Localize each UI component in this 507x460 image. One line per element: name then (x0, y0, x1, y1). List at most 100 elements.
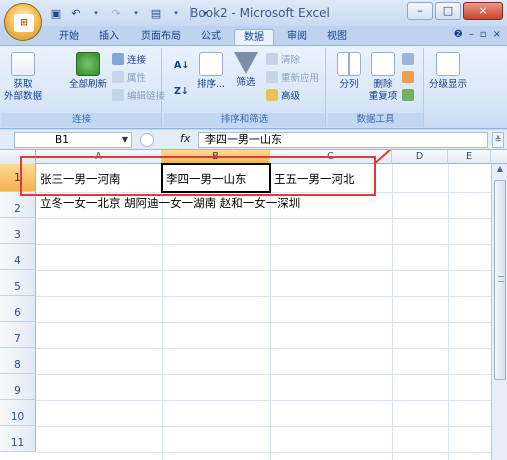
worksheet-grid[interactable]: A B C D E 1 2 3 4 5 6 7 8 9 10 11 张三一男一河… (0, 150, 507, 460)
group-outline: 分级显示 (426, 48, 470, 127)
row-header-9[interactable]: 9 (0, 374, 36, 400)
undo-icon[interactable]: ↶ (68, 5, 84, 21)
print-preview-icon[interactable]: ▤ (148, 5, 164, 21)
get-external-data-button[interactable]: 获取 外部数据 (4, 50, 42, 103)
row-header-6[interactable]: 6 (0, 296, 36, 322)
consolidate-icon (402, 71, 414, 83)
grid-line (36, 244, 491, 245)
column-header-e[interactable]: E (448, 150, 491, 164)
excel-window: ⊞ ▣ ↶ ▾ ↷ ▾ ▤ ▾ ▾ Book2 - Microsoft Exce… (0, 0, 507, 460)
name-box-value: B1 (55, 134, 69, 146)
formula-input[interactable]: 李四一男一山东 (198, 132, 488, 148)
office-logo-icon: ⊞ (14, 14, 34, 32)
cancel-entry-icon[interactable] (140, 133, 154, 147)
tab-insert[interactable]: 插入 (92, 29, 126, 46)
properties-button[interactable]: 属性 (112, 70, 146, 84)
row-header-7[interactable]: 7 (0, 322, 36, 348)
close-button[interactable]: × (463, 2, 503, 20)
chevron-down-icon[interactable]: ▼ (122, 133, 128, 147)
ribbon-tabs: 开始 插入 页面布局 公式 数据 审阅 视图 ❷ – ▫ × (0, 26, 507, 46)
office-button[interactable]: ⊞ (4, 3, 42, 41)
scroll-up-icon[interactable]: ▲ (493, 164, 507, 178)
row-header-11[interactable]: 11 (0, 426, 36, 452)
grid-line (392, 164, 393, 460)
reapply-label: 重新应用 (281, 73, 320, 84)
outline-icon (436, 52, 460, 76)
scroll-thumb[interactable] (494, 180, 506, 380)
sort-button[interactable]: 排序... (194, 50, 228, 91)
insert-function-button[interactable]: fx (180, 132, 190, 145)
minimize-button[interactable]: – (407, 2, 433, 20)
row-header-10[interactable]: 10 (0, 400, 36, 426)
ribbon-restore-icon[interactable]: ▫ (480, 29, 487, 40)
text-to-columns-button[interactable]: 分列 (332, 50, 366, 91)
connections-icon (112, 53, 124, 65)
dropdown-icon[interactable]: ▾ (88, 5, 104, 21)
what-if-button[interactable] (402, 88, 414, 102)
tab-data[interactable]: 数据 (234, 29, 274, 46)
tab-review[interactable]: 审阅 (280, 29, 314, 46)
grid-line (36, 452, 491, 453)
grid-line (36, 426, 491, 427)
clear-button[interactable]: 清除 (266, 52, 300, 66)
grid-line (448, 164, 449, 460)
name-box[interactable]: B1 ▼ (14, 132, 132, 148)
maximize-button[interactable]: □ (435, 2, 461, 20)
sort-asc-button[interactable]: A↓ (174, 58, 189, 72)
advanced-filter-icon (266, 89, 278, 101)
tab-view[interactable]: 视图 (320, 29, 354, 46)
row-header-3[interactable]: 3 (0, 218, 36, 244)
filter-button[interactable]: 筛选 (230, 50, 262, 89)
properties-label: 属性 (127, 73, 147, 84)
group-data-tools: 分列 删除 重复项 数据工具 (328, 48, 424, 127)
dropdown-icon[interactable]: ▾ (128, 5, 144, 21)
tab-page-layout[interactable]: 页面布局 (134, 29, 188, 46)
get-external-data-label: 获取 外部数据 (4, 79, 43, 102)
connections-group-label: 连接 (2, 113, 161, 127)
text-to-columns-label: 分列 (339, 79, 359, 90)
reapply-button[interactable]: 重新应用 (266, 70, 319, 84)
refresh-icon (76, 52, 100, 76)
window-controls: – □ × (407, 2, 503, 20)
expand-formula-bar-icon[interactable]: ≚ (492, 132, 504, 148)
window-title: Book2 - Microsoft Excel (190, 6, 330, 20)
refresh-all-button[interactable]: 全部刷新 (66, 50, 110, 91)
grid-line (36, 322, 491, 323)
reapply-icon (266, 71, 278, 83)
clear-label: 清除 (281, 55, 301, 66)
data-tools-group-label: 数据工具 (328, 113, 423, 127)
sort-filter-group-label: 排序和筛选 (164, 113, 325, 127)
data-validation-button[interactable] (402, 52, 414, 66)
tab-home[interactable]: 开始 (52, 29, 86, 46)
grid-line (36, 374, 491, 375)
sort-desc-button[interactable]: Z↓ (174, 84, 189, 98)
remove-duplicates-button[interactable]: 删除 重复项 (366, 50, 400, 103)
row-header-8[interactable]: 8 (0, 348, 36, 374)
advanced-label: 高级 (281, 91, 301, 102)
vertical-scrollbar[interactable]: ▲ (491, 164, 507, 460)
remove-duplicates-icon (371, 52, 395, 76)
ribbon-right-controls: ❷ – ▫ × (454, 29, 501, 40)
cell-a2[interactable]: 立冬一女一北京 胡阿迪一女一湖南 赵和一女一深圳 (37, 195, 300, 211)
ribbon-close-icon[interactable]: × (493, 29, 501, 40)
sort-label: 排序... (196, 79, 226, 90)
text-to-columns-icon (337, 52, 361, 76)
ribbon-minimize-icon[interactable]: – (469, 29, 474, 40)
advanced-button[interactable]: 高级 (266, 88, 300, 102)
redo-icon[interactable]: ↷ (108, 5, 124, 21)
row-header-5[interactable]: 5 (0, 270, 36, 296)
grid-line (36, 348, 491, 349)
sort-icon (199, 52, 223, 76)
tab-formulas[interactable]: 公式 (194, 29, 228, 46)
database-icon (11, 52, 35, 76)
edit-links-button[interactable]: 编辑链接 (112, 88, 165, 102)
row-header-4[interactable]: 4 (0, 244, 36, 270)
group-connections: 获取 外部数据 全部刷新 连接 属性 编辑链接 连接 (2, 48, 165, 127)
save-icon[interactable]: ▣ (48, 5, 64, 21)
outline-button[interactable]: 分级显示 (428, 50, 468, 91)
consolidate-button[interactable] (402, 70, 414, 84)
filter-label: 筛选 (236, 77, 256, 88)
grid-line (36, 296, 491, 297)
help-icon[interactable]: ❷ (454, 29, 463, 40)
connections-button[interactable]: 连接 (112, 52, 146, 66)
